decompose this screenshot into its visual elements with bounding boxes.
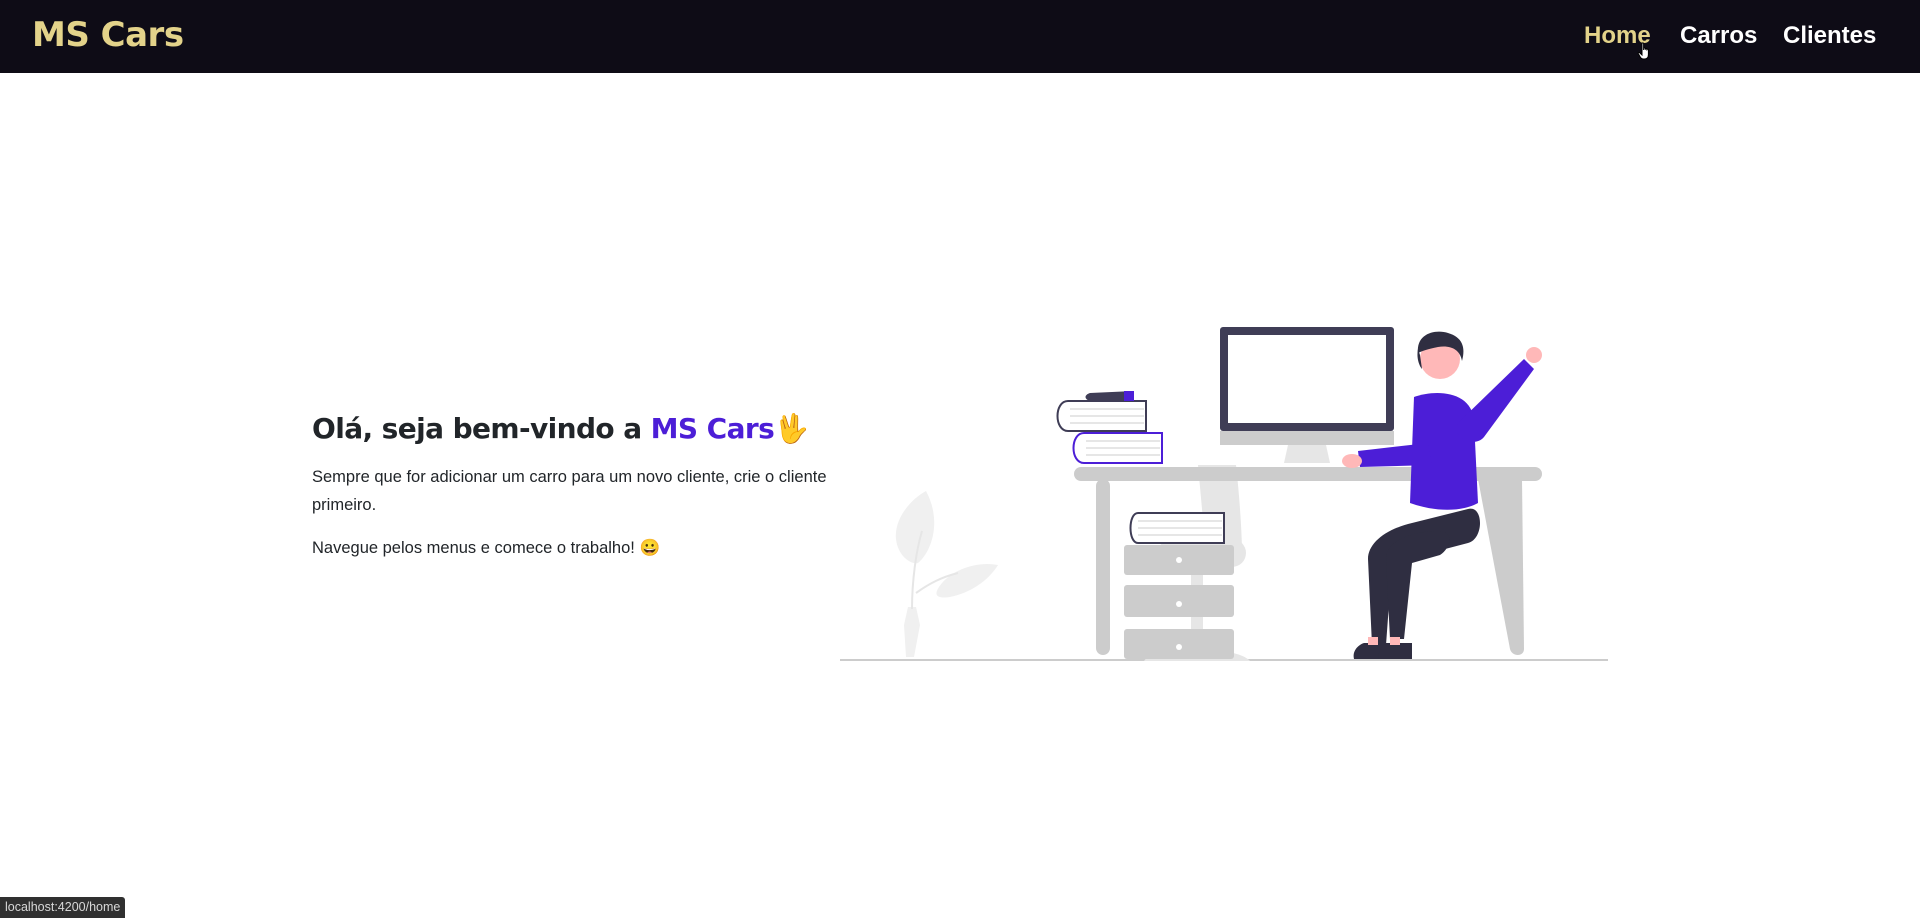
book-stack-icon	[1056, 391, 1163, 464]
plant-icon	[895, 491, 998, 657]
welcome-instruction: Sempre que for adicionar um carro para u…	[312, 468, 827, 514]
status-bar-url: localhost:4200/home	[0, 897, 126, 918]
welcome-title: Olá, seja bem-vindo a MS Cars🖖	[312, 405, 832, 453]
book-on-drawer-icon	[1129, 512, 1225, 544]
drawer-cabinet-icon	[1124, 545, 1234, 659]
monitor-icon	[1220, 327, 1394, 463]
nav-link-carros[interactable]: Carros	[1680, 21, 1757, 51]
welcome-navigate-text: Navegue pelos menus e comece o trabalho!…	[312, 539, 660, 557]
brand-logo[interactable]: MS Cars	[32, 13, 184, 57]
vulcan-salute-emoji-icon: 🖖	[774, 412, 809, 445]
navbar: MS Cars Home Carros Clientes	[0, 0, 1920, 73]
welcome-title-brand: MS Cars	[650, 412, 775, 445]
welcome-section: Olá, seja bem-vindo a MS Cars🖖 Sempre qu…	[312, 405, 832, 562]
workspace-illustration	[840, 327, 1608, 661]
welcome-title-prefix: Olá, seja bem-vindo a	[312, 412, 651, 445]
hand-pointer-icon	[1637, 42, 1649, 60]
nav-link-clientes[interactable]: Clientes	[1783, 21, 1876, 51]
